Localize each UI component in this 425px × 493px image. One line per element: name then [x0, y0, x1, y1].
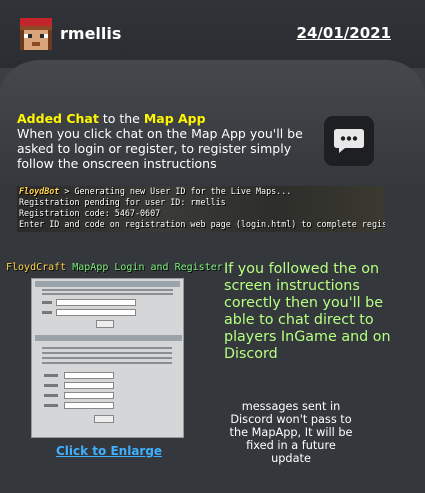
screenshot-title-rest: MapApp Login and Register — [66, 262, 223, 273]
chat-button[interactable] — [324, 116, 374, 166]
screenshot-title: FloydCraft MapApp Login and Register — [6, 262, 223, 278]
registration-console-image: FloydBot > Generating new User ID for th… — [17, 186, 385, 232]
click-to-enlarge-link[interactable]: Click to Enlarge — [56, 444, 162, 458]
announcement-title-connector: to the — [98, 111, 144, 126]
announcement-title-map-app: Map App — [143, 111, 206, 126]
console-line-2: Registration pending for user ID: rmelli… — [19, 197, 226, 207]
discord-note-text: messages sent in Discord won't pass to t… — [229, 400, 353, 465]
chat-bubble-icon — [334, 129, 364, 153]
instructions-text: If you followed the on screen instructio… — [224, 261, 391, 362]
username: rmellis — [60, 24, 122, 43]
screenshot-title-brand: FloydCraft — [6, 262, 67, 273]
announcement-text: Added Chat to the Map App When you click… — [17, 111, 312, 171]
announcement-title-added-chat: Added Chat — [17, 111, 99, 126]
console-line-1: > Generating new User ID for the Live Ma… — [59, 186, 292, 196]
console-bot-name: FloydBot — [19, 186, 60, 196]
announcement-body: When you click chat on the Map App you'l… — [17, 126, 303, 171]
login-screenshot-thumbnail[interactable]: FloydCraft MapApp Login and Register — [6, 262, 223, 442]
console-line-3: Registration code: 5467-0607 — [19, 208, 161, 218]
minecraft-avatar-icon — [20, 18, 52, 50]
console-line-4: Enter ID and code on registration web pa… — [19, 219, 385, 229]
post-date: 24/01/2021 — [296, 24, 391, 42]
screenshot-page — [31, 278, 184, 438]
